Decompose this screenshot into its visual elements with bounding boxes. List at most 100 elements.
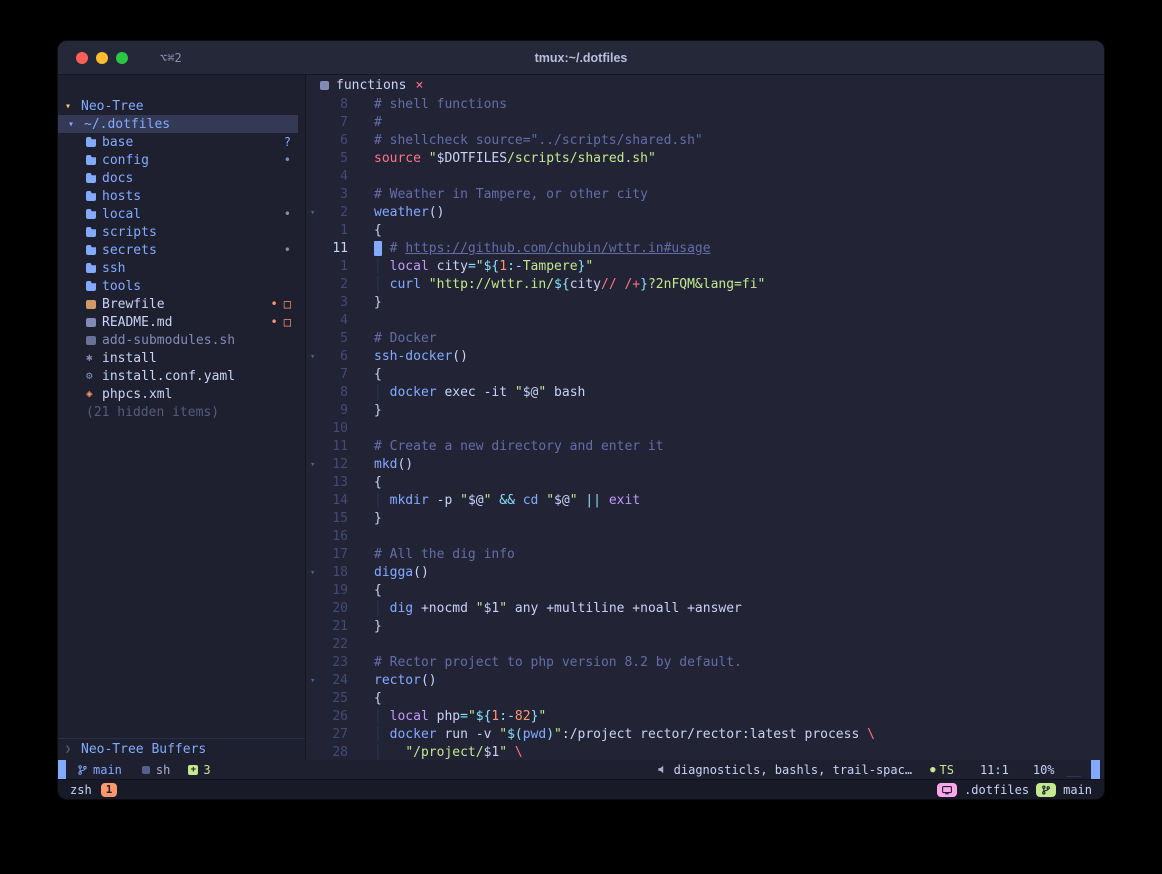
tree-item-label: scripts bbox=[102, 225, 291, 240]
tree-item-label: README.md bbox=[102, 315, 271, 330]
fold-column bbox=[306, 384, 320, 402]
git-added-count: 3 bbox=[203, 763, 210, 777]
tree-item[interactable]: ⚙install.conf.yaml bbox=[58, 367, 305, 385]
tree-root-item[interactable]: ▾ ~/.dotfiles bbox=[58, 115, 298, 133]
statusline-misc: __ bbox=[1067, 763, 1081, 777]
code-line[interactable]: 7{ bbox=[306, 366, 1104, 384]
code-line[interactable]: 11 # https://github.com/chubin/wttr.in#u… bbox=[306, 240, 1104, 258]
fold-column bbox=[306, 636, 320, 654]
fold-column bbox=[306, 492, 320, 510]
line-number: 1 bbox=[320, 258, 348, 276]
code-line[interactable]: 3# Weather in Tampere, or other city bbox=[306, 186, 1104, 204]
code-line[interactable]: 10 bbox=[306, 420, 1104, 438]
buffers-header-label: Neo-Tree Buffers bbox=[81, 742, 206, 757]
fold-column bbox=[306, 474, 320, 492]
fold-open-icon[interactable]: ▾ bbox=[306, 564, 320, 582]
code-line[interactable]: 2│ curl "http://wttr.in/${city// /+}?2nF… bbox=[306, 276, 1104, 294]
code-line[interactable]: 22 bbox=[306, 636, 1104, 654]
line-number: 19 bbox=[320, 582, 348, 600]
code-line[interactable]: 9} bbox=[306, 402, 1104, 420]
code-line[interactable]: 16 bbox=[306, 528, 1104, 546]
tree-item-label: local bbox=[102, 207, 284, 222]
folder-icon bbox=[86, 281, 102, 291]
line-number: 14 bbox=[320, 492, 348, 510]
tree-item[interactable]: add-submodules.sh bbox=[58, 331, 305, 349]
code-line[interactable]: 15} bbox=[306, 510, 1104, 528]
fold-column bbox=[306, 402, 320, 420]
code-area[interactable]: 8# shell functions7#6# shellcheck source… bbox=[306, 96, 1104, 760]
fold-open-icon[interactable]: ▾ bbox=[306, 672, 320, 690]
tree-item[interactable]: tools bbox=[58, 277, 305, 295]
code-line[interactable]: 11# Create a new directory and enter it bbox=[306, 438, 1104, 456]
lsp-servers-label: diagnosticls, bashls, trail-spac… bbox=[674, 763, 912, 777]
markdown-icon bbox=[86, 318, 102, 327]
code-line[interactable]: 25{ bbox=[306, 690, 1104, 708]
fold-open-icon[interactable]: ▾ bbox=[306, 456, 320, 474]
tree-item[interactable]: local• bbox=[58, 205, 305, 223]
tree-item[interactable]: docs bbox=[58, 169, 305, 187]
neotree-buffers-header[interactable]: ❯ Neo-Tree Buffers bbox=[58, 738, 305, 760]
code-line[interactable]: 7# bbox=[306, 114, 1104, 132]
tree-item[interactable]: Brewfile•□ bbox=[58, 295, 305, 313]
code-line[interactable]: 26│ local php="${1:-82}" bbox=[306, 708, 1104, 726]
code-line[interactable]: ▾6ssh-docker() bbox=[306, 348, 1104, 366]
tree-item[interactable]: README.md•□ bbox=[58, 313, 305, 331]
code-line[interactable]: 23# Rector project to php version 8.2 by… bbox=[306, 654, 1104, 672]
git-status-badges: • bbox=[284, 153, 291, 167]
code-line[interactable]: ▾12mkd() bbox=[306, 456, 1104, 474]
fold-open-icon[interactable]: ▾ bbox=[306, 204, 320, 222]
tree-item-label: install.conf.yaml bbox=[102, 369, 291, 384]
terminal-icon bbox=[942, 785, 952, 795]
tree-item[interactable]: base? bbox=[58, 133, 305, 151]
code-line[interactable]: 17# All the dig info bbox=[306, 546, 1104, 564]
code-line[interactable]: 21} bbox=[306, 618, 1104, 636]
code-line[interactable]: 1{ bbox=[306, 222, 1104, 240]
tree-item[interactable]: ssh bbox=[58, 259, 305, 277]
fold-column bbox=[306, 258, 320, 276]
code-line[interactable]: 8# shell functions bbox=[306, 96, 1104, 114]
tree-item[interactable]: ◈phpcs.xml bbox=[58, 385, 305, 403]
tree-item[interactable]: ✱install bbox=[58, 349, 305, 367]
code-line[interactable]: ▾2weather() bbox=[306, 204, 1104, 222]
code-line[interactable]: 20│ dig +nocmd "$1" any +multiline +noal… bbox=[306, 600, 1104, 618]
fold-column bbox=[306, 150, 320, 168]
code-line[interactable]: ▾24rector() bbox=[306, 672, 1104, 690]
tree-item[interactable]: secrets• bbox=[58, 241, 305, 259]
close-window-button[interactable] bbox=[76, 52, 88, 64]
code-text: # bbox=[374, 114, 382, 132]
fold-open-icon[interactable]: ▾ bbox=[306, 348, 320, 366]
code-line[interactable]: 6# shellcheck source="../scripts/shared.… bbox=[306, 132, 1104, 150]
code-line[interactable]: ▾18digga() bbox=[306, 564, 1104, 582]
line-number: 10 bbox=[320, 420, 348, 438]
minimize-window-button[interactable] bbox=[96, 52, 108, 64]
tree-item[interactable]: config• bbox=[58, 151, 305, 169]
git-status-badge: • bbox=[284, 207, 291, 221]
window-shortcut: ⌥⌘2 bbox=[160, 51, 182, 65]
code-line[interactable]: 14│ mkdir -p "$@" && cd "$@" || exit bbox=[306, 492, 1104, 510]
code-line[interactable]: 4 bbox=[306, 168, 1104, 186]
git-status-badges: •□ bbox=[271, 315, 291, 329]
code-line[interactable]: 5# Docker bbox=[306, 330, 1104, 348]
code-line[interactable]: 5source "$DOTFILES/scripts/shared.sh" bbox=[306, 150, 1104, 168]
code-line[interactable]: 8│ docker exec -it "$@" bash bbox=[306, 384, 1104, 402]
code-line[interactable]: 19{ bbox=[306, 582, 1104, 600]
tmux-window-item[interactable]: zsh 1 bbox=[58, 783, 117, 797]
fold-column bbox=[306, 726, 320, 744]
tab-close-icon[interactable]: × bbox=[415, 78, 423, 93]
code-line[interactable]: 3} bbox=[306, 294, 1104, 312]
code-line[interactable]: 4 bbox=[306, 312, 1104, 330]
code-line[interactable]: 13{ bbox=[306, 474, 1104, 492]
tree-item[interactable]: hosts bbox=[58, 187, 305, 205]
code-text: } bbox=[374, 510, 382, 528]
hidden-items-note: (21 hidden items) bbox=[58, 403, 305, 421]
neotree-header[interactable]: ▾ Neo-Tree bbox=[58, 97, 305, 115]
tab-functions[interactable]: functions × bbox=[320, 78, 423, 93]
code-line[interactable]: 27│ docker run -v "$(pwd)":/project rect… bbox=[306, 726, 1104, 744]
code-line[interactable]: 1│ local city="${1:-Tampere}" bbox=[306, 258, 1104, 276]
zoom-window-button[interactable] bbox=[116, 52, 128, 64]
code-line[interactable]: 28│ "/project/$1" \ bbox=[306, 744, 1104, 760]
line-number: 6 bbox=[320, 348, 348, 366]
tree-item[interactable]: scripts bbox=[58, 223, 305, 241]
tree-item-label: ssh bbox=[102, 261, 291, 276]
chevron-down-icon: ▾ bbox=[65, 101, 81, 112]
